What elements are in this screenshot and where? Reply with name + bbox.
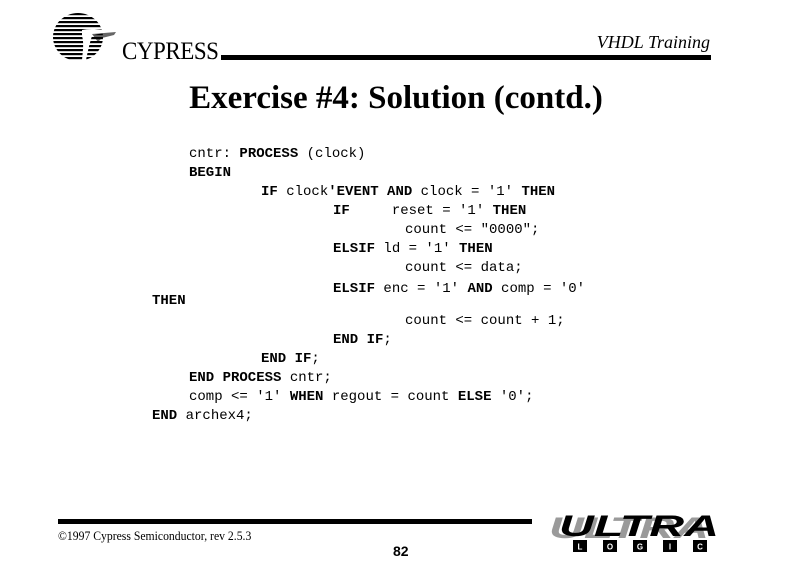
logic-letter: O [607,543,613,552]
ultra-logic-logo: ULTRA ULTRA LOGIC [549,514,719,552]
code-text: ld = '1' [375,241,460,257]
code-line: cntr: PROCESS (clock) [189,145,365,164]
code-text: archex4; [177,408,253,424]
code-keyword: PROCESS [239,146,299,162]
code-keyword: THEN [492,203,527,219]
code-keyword: END IF [261,351,312,367]
code-line: ELSIF enc = '1' AND comp = '0' [333,280,585,299]
code-line: END IF; [261,350,320,369]
page-number: 82 [393,543,409,559]
code-line: IF reset = '1' THEN [333,202,526,221]
code-text: comp <= '1' [189,389,290,405]
code-text: enc = '1' [375,281,468,297]
code-text: (clock) [298,146,366,162]
code-text: comp = '0' [492,281,586,297]
code-line: comp <= '1' WHEN regout = count ELSE '0'… [189,388,533,407]
code-line: BEGIN [189,164,231,183]
code-line: count <= data; [405,259,523,278]
logic-letter: I [669,543,671,552]
cypress-tree-icon [53,13,116,60]
code-line: END archex4; [152,407,253,426]
code-line: THEN [152,292,186,311]
code-text: regout = count [323,389,458,405]
cypress-logo: CYPRESS [52,12,222,68]
code-line: ELSIF ld = '1' THEN [333,240,493,259]
code-line: count <= "0000"; [405,221,539,240]
code-keyword: 'EVENT AND [328,184,413,200]
code-text: clock = '1' [412,184,522,200]
code-keyword: END PROCESS [189,370,282,386]
logic-letter: L [578,543,583,552]
code-text: count <= data; [405,260,523,276]
code-keyword: ELSIF [333,241,376,257]
code-keyword: BEGIN [189,165,232,181]
code-keyword: IF [261,184,278,200]
code-line: END IF; [333,331,392,350]
code-line: END PROCESS cntr; [189,369,332,388]
footer-divider [58,519,532,524]
code-text: cntr: [189,146,240,162]
logic-letter: G [637,543,643,552]
logic-letter: C [697,543,703,552]
cypress-wordmark: CYPRESS [122,38,219,65]
code-keyword: THEN [521,184,556,200]
slide-title: Exercise #4: Solution (contd.) [189,80,603,116]
code-text: reset = '1' [349,203,493,219]
code-text: cntr; [281,370,332,386]
code-text: '0'; [491,389,534,405]
code-keyword: END IF [333,332,384,348]
copyright-text: ©1997 Cypress Semiconductor, rev 2.5.3 [58,528,252,543]
code-keyword: THEN [459,241,493,257]
code-keyword: END [152,408,178,424]
code-line: count <= count + 1; [405,312,565,331]
course-title: VHDL Training [596,32,710,52]
code-text: count <= count + 1; [405,313,565,329]
code-keyword: WHEN [289,389,324,405]
code-keyword: IF [333,203,350,219]
code-text: ; [311,351,320,367]
code-keyword: THEN [152,293,186,309]
code-keyword: ELSE [457,389,492,405]
header-divider [221,55,711,60]
code-keyword: AND [467,281,493,297]
code-line: IF clock'EVENT AND clock = '1' THEN [261,183,555,202]
code-text: count <= "0000"; [405,222,540,238]
code-text: ; [383,332,392,348]
code-text: clock [277,184,329,200]
code-keyword: ELSIF [333,281,376,297]
ultra-logo-text: ULTRA [559,514,719,543]
